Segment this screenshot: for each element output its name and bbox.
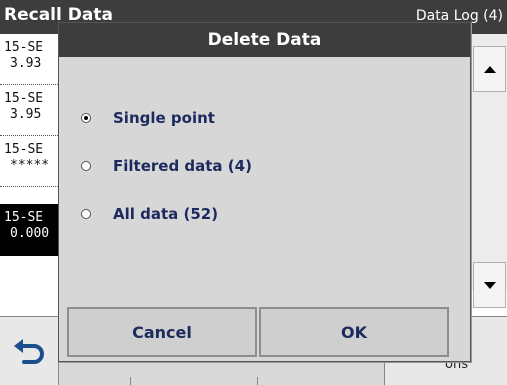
row-date: 15-SE [4,91,44,106]
scroll-down-button[interactable] [473,262,506,308]
undo-arrow-icon [14,339,44,364]
back-button[interactable] [0,317,59,385]
dialog-title: Delete Data [207,30,322,50]
row-value: 0.000 [10,226,50,241]
ok-label: OK [341,322,367,342]
row-value: ***** [10,158,50,173]
toolbar-divider [257,377,258,385]
toolbar-divider [130,377,131,385]
row-date: 15-SE [4,210,44,225]
dialog-header: Delete Data [59,23,470,57]
ok-button[interactable]: OK [259,307,449,357]
row-date: 15-SE [4,142,44,157]
radio-button-selected[interactable] [81,113,91,123]
radio-option-single-point[interactable]: Single point [81,107,215,129]
row-value: 3.93 [10,56,42,71]
delete-data-dialog: Delete Data Single point Filtered data (… [58,22,471,362]
scrollbar[interactable] [470,34,507,308]
radio-label: Single point [113,109,215,127]
row-date: 15-SE [4,40,44,55]
scroll-up-button[interactable] [473,46,506,92]
recall-data-screen: Recall Data Data Log (4) 15-SE 3.93 2) 1… [0,0,507,385]
radio-label: Filtered data (4) [113,157,252,175]
row-value: 3.95 [10,107,42,122]
triangle-up-icon [483,65,496,73]
radio-button[interactable] [81,209,91,219]
radio-label: All data (52) [113,205,219,223]
cancel-button[interactable]: Cancel [67,307,257,357]
radio-button[interactable] [81,161,91,171]
cancel-label: Cancel [132,322,192,342]
radio-option-all-data[interactable]: All data (52) [81,203,218,225]
triangle-down-icon [483,281,496,289]
radio-option-filtered-data[interactable]: Filtered data (4) [81,155,252,177]
